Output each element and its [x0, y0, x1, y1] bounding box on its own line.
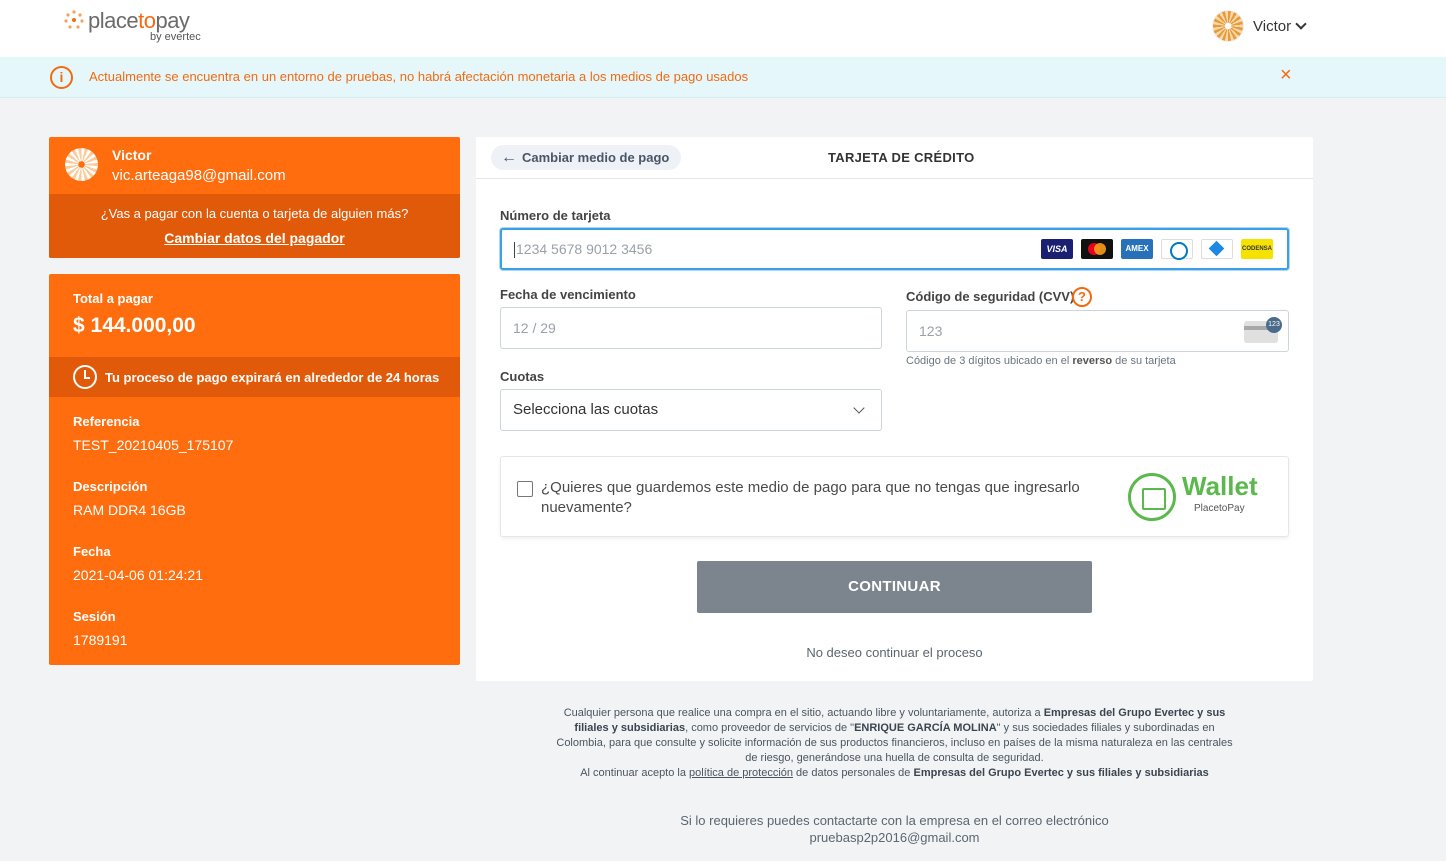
wallet-icon	[1128, 473, 1176, 521]
user-avatar	[1212, 10, 1244, 42]
codensa-icon: CODENSA	[1241, 239, 1273, 259]
panel-header: ← Cambiar medio de pago TARJETA DE CRÉDI…	[476, 137, 1313, 179]
chevron-down-icon	[853, 402, 865, 414]
change-payment-method-button[interactable]: ← Cambiar medio de pago	[491, 145, 682, 170]
user-menu[interactable]: Victor	[1212, 9, 1307, 43]
contact-text: Si lo requieres puedes contactarte con l…	[680, 813, 1109, 828]
cvv-input[interactable]: 123 123	[906, 310, 1289, 352]
save-payment-method-box: ¿Quieres que guardemos este medio de pag…	[500, 456, 1289, 537]
help-icon[interactable]: ?	[1072, 287, 1092, 307]
legal-disclaimer: Cualquier persona que realice una compra…	[556, 707, 1233, 779]
wallet-subtitle: PlacetoPay	[1194, 503, 1245, 514]
clock-icon	[73, 365, 97, 389]
expiration-notice: Tu proceso de pago expirará en alrededor…	[49, 357, 460, 397]
card-number-label: Número de tarjeta	[500, 208, 611, 223]
installments-value: Selecciona las cuotas	[513, 401, 659, 418]
cvv-placeholder: 123	[919, 323, 943, 339]
alert-message: Actualmente se encuentra en un entorno d…	[89, 69, 749, 84]
expiry-label: Fecha de vencimiento	[500, 287, 636, 302]
description-label: Descripción	[73, 479, 148, 494]
payer-info: Victor vic.arteaga98@gmail.com	[49, 137, 460, 194]
continue-button[interactable]: CONTINUAR	[697, 561, 1092, 613]
chevron-down-icon	[1295, 18, 1307, 30]
info-circle-icon: i	[50, 66, 73, 89]
cancel-process-link[interactable]: No deseo continuar el proceso	[476, 645, 1313, 660]
description-value: RAM DDR4 16GB	[73, 502, 186, 518]
session-value: 1789191	[73, 632, 128, 648]
card-brand-icon	[1201, 239, 1233, 259]
change-payer-question: ¿Vas a pagar con la cuenta o tarjeta de …	[100, 206, 409, 221]
session-label: Sesión	[73, 609, 116, 624]
payer-email: vic.arteaga98@gmail.com	[112, 167, 286, 184]
date-value: 2021-04-06 01:24:21	[73, 567, 203, 583]
cvv-label: Código de seguridad (CVV)	[906, 289, 1075, 304]
test-environment-alert: i Actualmente se encuentra en un entorno…	[0, 57, 1446, 98]
credit-card-form-panel: ← Cambiar medio de pago TARJETA DE CRÉDI…	[476, 137, 1313, 681]
privacy-policy-link[interactable]: política de protección	[689, 767, 793, 779]
arrow-left-icon: ←	[501, 148, 517, 166]
wallet-title: Wallet	[1182, 471, 1258, 501]
payer-card: Victor vic.arteaga98@gmail.com ¿Vas a pa…	[49, 137, 460, 258]
top-bar: placetopay by evertec Victor	[0, 0, 1446, 57]
expiry-input[interactable]: 12 / 29	[500, 307, 882, 349]
payer-name: Victor	[112, 147, 152, 163]
expiration-text: Tu proceso de pago expirará en alrededor…	[105, 370, 440, 385]
mastercard-icon	[1081, 239, 1113, 259]
payment-summary: Total a pagar $ 144.000,00 Tu proceso de…	[49, 274, 460, 665]
card-number-placeholder: 1234 5678 9012 3456	[516, 241, 653, 257]
save-payment-question: ¿Quieres que guardemos este medio de pag…	[541, 479, 1080, 516]
reference-value: TEST_20210405_175107	[73, 437, 234, 453]
text-caret	[514, 242, 515, 259]
total-amount: $ 144.000,00	[73, 314, 196, 337]
expiry-placeholder: 12 / 29	[513, 320, 556, 336]
amex-icon: AMEX	[1121, 239, 1153, 259]
card-back-icon: 123	[1244, 317, 1282, 343]
reference-label: Referencia	[73, 414, 140, 429]
diners-icon	[1161, 239, 1193, 260]
save-payment-checkbox[interactable]	[517, 481, 533, 497]
card-brands: VISA AMEX CODENSA	[1041, 239, 1273, 260]
logo-mark-icon	[64, 10, 84, 29]
placetopay-logo[interactable]: placetopay by evertec	[62, 6, 222, 46]
date-label: Fecha	[73, 544, 111, 559]
contact-email: pruebasp2p2016@gmail.com	[809, 830, 980, 845]
change-payer-section: ¿Vas a pagar con la cuenta o tarjeta de …	[49, 194, 460, 258]
close-icon[interactable]: ×	[1280, 65, 1292, 85]
user-name: Victor	[1253, 17, 1292, 35]
card-number-input[interactable]: 1234 5678 9012 3456 VISA AMEX CODENSA	[500, 228, 1289, 270]
cvv-hint: Código de 3 dígitos ubicado en el revers…	[906, 355, 1176, 367]
back-button-label: Cambiar medio de pago	[522, 150, 670, 165]
logo-byline: by evertec	[150, 31, 201, 43]
installments-select[interactable]: Selecciona las cuotas	[500, 389, 882, 431]
payer-avatar	[65, 148, 98, 181]
contact-info: Si lo requieres puedes contactarte con l…	[476, 812, 1313, 846]
visa-icon: VISA	[1041, 239, 1073, 259]
installments-label: Cuotas	[500, 369, 545, 384]
panel-title: TARJETA DE CRÉDITO	[828, 150, 975, 165]
cvv-badge: 123	[1266, 317, 1282, 333]
total-label: Total a pagar	[73, 291, 153, 306]
change-payer-link[interactable]: Cambiar datos del pagador	[164, 230, 344, 246]
